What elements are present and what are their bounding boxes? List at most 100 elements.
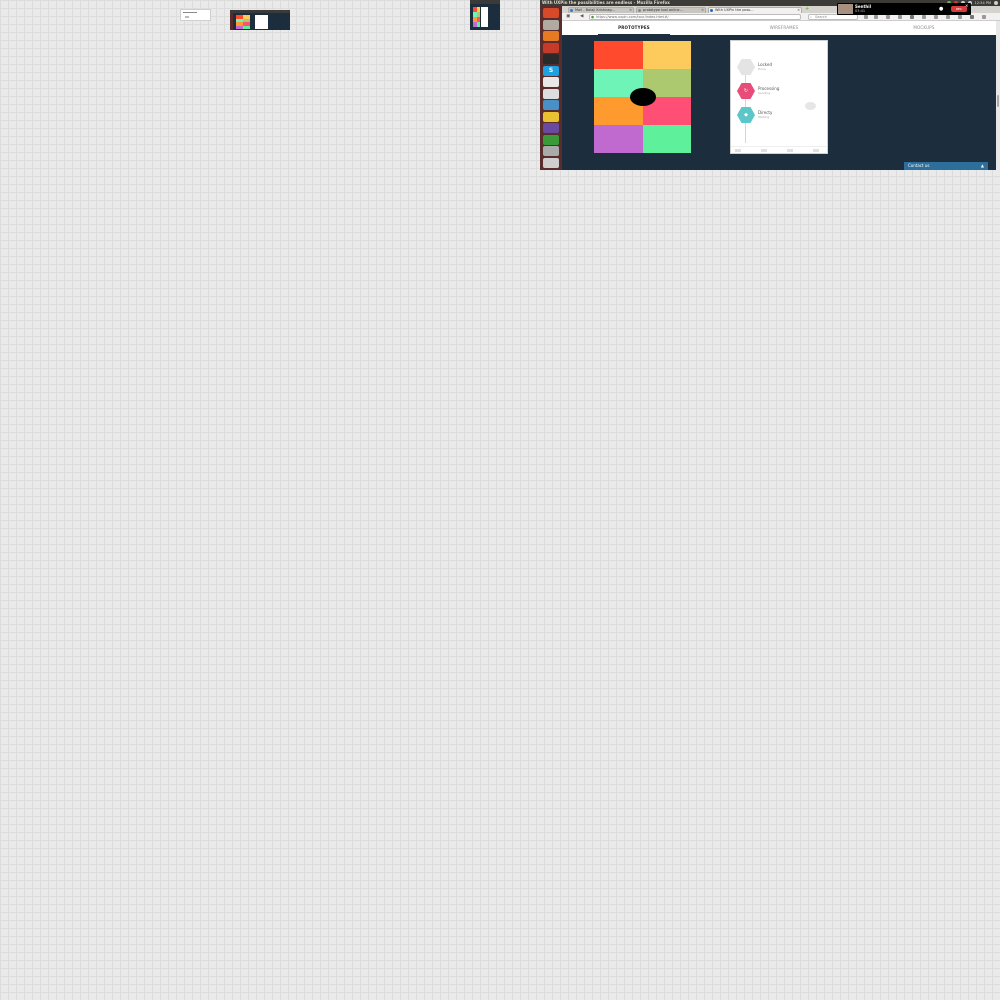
extension-icon[interactable] bbox=[898, 15, 902, 19]
extension-icon[interactable] bbox=[958, 15, 962, 19]
color-swatch bbox=[236, 18, 243, 22]
color-swatch[interactable] bbox=[594, 125, 643, 153]
search-placeholder: Search bbox=[815, 15, 828, 19]
color-swatch[interactable] bbox=[642, 125, 691, 153]
skype-icon[interactable]: S bbox=[543, 65, 559, 76]
color-swatch bbox=[473, 22, 477, 27]
color-swatch bbox=[236, 25, 243, 29]
extension-icon[interactable] bbox=[922, 15, 926, 19]
timeline-line bbox=[745, 63, 746, 143]
extension-icon[interactable] bbox=[934, 15, 938, 19]
menu-icon[interactable] bbox=[982, 15, 986, 19]
text-editor-icon[interactable] bbox=[543, 77, 559, 87]
tab-bar-icon[interactable] bbox=[813, 149, 819, 152]
thumbnail-toolbar bbox=[230, 10, 290, 13]
close-icon[interactable]: ✕ bbox=[965, 3, 968, 8]
tab-prototypes[interactable]: PROTOTYPES bbox=[598, 21, 670, 35]
phone-wireframe: Locked Done ↻ Processing Sending ◆ Direc… bbox=[730, 40, 828, 154]
color-swatch bbox=[473, 12, 477, 17]
contact-us-bar[interactable]: Contact us ▲ bbox=[904, 162, 988, 170]
firefox-icon[interactable] bbox=[543, 31, 559, 41]
avatar bbox=[838, 4, 853, 14]
color-swatch[interactable] bbox=[594, 41, 643, 69]
extension-icon[interactable] bbox=[886, 15, 890, 19]
color-swatch bbox=[236, 22, 243, 26]
diamond-icon: ◆ bbox=[737, 107, 755, 123]
site-navigation: PROTOTYPES WIREFRAMES MOCKUPS bbox=[562, 21, 996, 35]
thumbnail-phone bbox=[481, 7, 488, 27]
color-swatch bbox=[476, 22, 480, 27]
contact-label: Contact us bbox=[908, 163, 930, 168]
tab-bar-icon[interactable] bbox=[735, 149, 741, 152]
power-icon[interactable] bbox=[994, 1, 998, 5]
color-swatch bbox=[476, 17, 480, 22]
tab-bar-icon[interactable] bbox=[787, 149, 793, 152]
color-swatch bbox=[476, 7, 480, 12]
search-engine-icon bbox=[638, 9, 641, 12]
call-time: 03:41 bbox=[855, 9, 866, 13]
window-thumbnail-blank[interactable] bbox=[180, 9, 211, 21]
prototype-color-grid[interactable] bbox=[594, 41, 691, 153]
window-thumbnail-uxpin-wide[interactable] bbox=[230, 10, 290, 30]
trash-icon[interactable] bbox=[543, 157, 559, 168]
color-swatch bbox=[476, 12, 480, 17]
microphone-icon[interactable]: ● bbox=[939, 6, 943, 12]
cloud-icon[interactable] bbox=[543, 100, 559, 110]
chrome-icon[interactable] bbox=[543, 111, 559, 122]
tab-mockups[interactable]: MOCKUPS bbox=[888, 21, 960, 35]
step-status: Waiting bbox=[758, 115, 770, 119]
bookmark-icon[interactable] bbox=[864, 15, 868, 19]
diagram-icon[interactable] bbox=[543, 88, 559, 99]
mail-icon bbox=[570, 9, 573, 12]
extension-icon[interactable] bbox=[946, 15, 950, 19]
phone-tab-bar bbox=[731, 146, 827, 153]
unity-launcher: S bbox=[540, 6, 562, 170]
step-status: Done bbox=[758, 67, 766, 71]
color-swatch bbox=[243, 22, 250, 26]
tab-label: With UXPin the poss... bbox=[715, 8, 754, 12]
tab-bar-icon[interactable] bbox=[761, 149, 767, 152]
back-icon[interactable]: ◀ bbox=[580, 14, 583, 20]
call-notification[interactable]: Senthil 03:41 ● REC ✕ bbox=[837, 3, 971, 15]
thumbnail-content-line bbox=[185, 16, 189, 18]
tab-label: Mail - Balaji Krishnag... bbox=[575, 8, 615, 12]
files-icon[interactable] bbox=[543, 19, 559, 30]
thumbnail-launcher bbox=[230, 13, 233, 30]
drive-icon[interactable] bbox=[543, 146, 559, 156]
tab-label: prototype tool online... bbox=[643, 8, 683, 12]
color-swatch bbox=[473, 7, 477, 12]
software-center-icon[interactable] bbox=[543, 42, 559, 53]
uxpin-icon bbox=[710, 9, 713, 12]
new-tab-icon[interactable]: + bbox=[805, 7, 809, 12]
tab-wireframes[interactable]: WIREFRAMES bbox=[746, 21, 822, 35]
thumbnail-phone bbox=[255, 15, 268, 29]
search-icon: ⌕ bbox=[810, 15, 812, 19]
thumbnail-color-grid bbox=[236, 15, 250, 29]
lock-icon: ● bbox=[591, 15, 595, 19]
terminal-icon[interactable] bbox=[543, 54, 559, 64]
color-swatch[interactable] bbox=[642, 41, 691, 69]
window-thumbnail-uxpin-small[interactable] bbox=[470, 0, 500, 30]
color-swatch bbox=[243, 15, 250, 19]
step-status: Sending bbox=[758, 91, 771, 95]
desktop-screenshot: With UXPin the possibilities are endless… bbox=[540, 0, 1000, 170]
thumbnail-title-line bbox=[183, 12, 197, 13]
vpn-icon[interactable] bbox=[543, 123, 559, 133]
spreadsheet-icon[interactable] bbox=[543, 134, 559, 145]
page-scrollbar[interactable] bbox=[996, 21, 1000, 170]
url-text: https://www.uxpin.com/tour/index.html#/ bbox=[596, 15, 669, 19]
home-icon[interactable]: ▣ bbox=[566, 14, 570, 20]
scrollbar-thumb[interactable] bbox=[997, 95, 999, 107]
ubuntu-dash-icon[interactable] bbox=[543, 8, 559, 18]
chat-bubble-icon bbox=[805, 102, 816, 110]
cursor-dot bbox=[630, 88, 656, 106]
color-swatch bbox=[243, 25, 250, 29]
color-swatch bbox=[236, 15, 243, 19]
extension-icon[interactable] bbox=[910, 15, 914, 19]
chevron-up-icon: ▲ bbox=[980, 163, 984, 168]
extension-icon[interactable] bbox=[970, 15, 974, 19]
url-bar[interactable]: ● https://www.uxpin.com/tour/index.html#… bbox=[589, 14, 801, 20]
thumbnail-color-grid bbox=[473, 7, 480, 27]
downloads-icon[interactable] bbox=[874, 15, 878, 19]
refresh-icon: ↻ bbox=[737, 83, 755, 99]
